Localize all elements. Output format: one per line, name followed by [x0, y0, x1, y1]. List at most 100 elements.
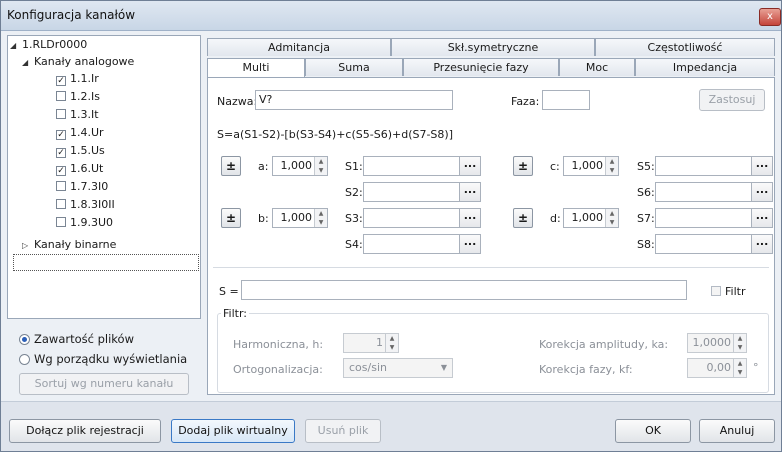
- checkbox-unchecked-icon[interactable]: [56, 181, 66, 191]
- tree-binary-label: Kanały binarne: [34, 238, 117, 251]
- slot-input[interactable]: [655, 234, 753, 254]
- sign-toggle-a-button[interactable]: ±: [221, 156, 241, 176]
- dialog-window: Konfiguracja kanałów x ◢ 1.RLDr0000 ◢ Kana…: [0, 0, 782, 452]
- checkbox-unchecked-icon[interactable]: [56, 199, 66, 209]
- tree-channel-item[interactable]: 1.8.3I0II: [56, 196, 115, 213]
- spin-arrows-icon[interactable]: ▲ ▼: [605, 157, 618, 175]
- expand-right-icon[interactable]: ▷: [22, 237, 34, 254]
- phase-input[interactable]: [542, 90, 590, 110]
- spin-arrows-icon[interactable]: ▲ ▼: [385, 334, 398, 352]
- expand-down-icon[interactable]: ◢: [10, 37, 22, 54]
- browse-button[interactable]: ...: [751, 156, 773, 176]
- tab-row2-item[interactable]: Przesunięcie fazy: [403, 58, 559, 76]
- browse-button[interactable]: ...: [751, 234, 773, 254]
- tree-channel-item[interactable]: ✓ 1.1.Ir: [56, 70, 99, 87]
- spin-arrows-icon[interactable]: ▲ ▼: [605, 209, 618, 227]
- checkbox-unchecked-icon[interactable]: [711, 286, 721, 296]
- spin-arrows-icon[interactable]: ▲ ▼: [733, 359, 746, 377]
- s-result-input[interactable]: [241, 280, 687, 300]
- add-virtual-file-button[interactable]: Dodaj plik wirtualny: [171, 419, 295, 443]
- apply-button[interactable]: Zastosuj: [699, 89, 765, 111]
- radio-selected-icon[interactable]: [19, 334, 30, 345]
- radio-display-order[interactable]: Wg porządku wyświetlania: [19, 352, 187, 366]
- slot-input[interactable]: [363, 182, 461, 202]
- slot-input[interactable]: [655, 208, 753, 228]
- formula-text: S=a(S1-S2)-[b(S3-S4)+c(S5-S6)+d(S7-S8)]: [217, 128, 453, 141]
- slot-label: S1:: [345, 160, 363, 173]
- amplitude-correction-spinner[interactable]: 1,0000 ▲ ▼: [687, 333, 747, 353]
- radio-file-contents[interactable]: Zawartość plików: [19, 332, 134, 346]
- checkbox-checked-icon[interactable]: ✓: [56, 148, 66, 158]
- checkbox-unchecked-icon[interactable]: [56, 217, 66, 227]
- sign-toggle-d-button[interactable]: ±: [513, 208, 533, 228]
- cancel-button[interactable]: Anuluj: [699, 419, 775, 443]
- harmonic-spinner[interactable]: 1 ▲ ▼: [343, 333, 399, 353]
- checkbox-unchecked-icon[interactable]: [56, 109, 66, 119]
- slot-input[interactable]: [655, 182, 753, 202]
- expand-down-icon[interactable]: ◢: [22, 54, 34, 71]
- checkbox-checked-icon[interactable]: ✓: [56, 76, 66, 86]
- browse-button[interactable]: ...: [459, 208, 481, 228]
- tree-channel-item[interactable]: 1.9.3U0: [56, 214, 113, 231]
- browse-button[interactable]: ...: [459, 156, 481, 176]
- phase-correction-spinner[interactable]: 0,00 ▲ ▼: [687, 358, 747, 378]
- radio-file-contents-label: Zawartość plików: [34, 332, 135, 346]
- filter-checkbox[interactable]: Filtr: [711, 285, 745, 298]
- coef-a-label: a:: [258, 160, 269, 173]
- coef-b-spinner[interactable]: 1,000 ▲ ▼: [272, 208, 328, 228]
- tab-row2-item[interactable]: Multi: [207, 58, 305, 77]
- tree-focus-row[interactable]: [13, 254, 199, 271]
- tab-row1-item[interactable]: Admitancja: [207, 38, 391, 56]
- divider: [213, 267, 769, 268]
- sign-toggle-c-button[interactable]: ±: [513, 156, 533, 176]
- coef-a-spinner[interactable]: 1,000 ▲ ▼: [272, 156, 328, 176]
- tab-row1-item[interactable]: Skł.symetryczne: [391, 38, 595, 56]
- sign-toggle-b-button[interactable]: ±: [221, 208, 241, 228]
- slot-input[interactable]: [655, 156, 753, 176]
- orthogonalization-select[interactable]: cos/sin ▼: [343, 358, 453, 378]
- checkbox-checked-icon[interactable]: ✓: [56, 130, 66, 140]
- tab-row1-item[interactable]: Częstotliwość: [595, 38, 775, 56]
- name-input[interactable]: V?: [255, 90, 453, 110]
- tree-channel-label: 1.6.Ut: [70, 162, 104, 175]
- remove-file-button[interactable]: Usuń plik: [305, 419, 381, 443]
- radio-unselected-icon[interactable]: [19, 354, 30, 365]
- tree-channel-item[interactable]: ✓ 1.6.Ut: [56, 160, 103, 177]
- attach-recording-button[interactable]: Dołącz plik rejestracji: [9, 419, 161, 443]
- browse-button[interactable]: ...: [459, 234, 481, 254]
- spin-arrows-icon[interactable]: ▲ ▼: [733, 334, 746, 352]
- tree-node-binary[interactable]: ▷ Kanały binarne: [22, 236, 116, 253]
- sort-by-channel-button[interactable]: Sortuj wg numeru kanału: [19, 373, 189, 395]
- tree-channel-item[interactable]: ✓ 1.4.Ur: [56, 124, 104, 141]
- harmonic-value: 1: [376, 336, 383, 349]
- radio-display-order-label: Wg porządku wyświetlania: [34, 352, 188, 366]
- chevron-down-icon[interactable]: ▼: [441, 359, 447, 377]
- coef-d-spinner[interactable]: 1,000 ▲ ▼: [563, 208, 619, 228]
- spin-arrows-icon[interactable]: ▲ ▼: [314, 209, 327, 227]
- browse-button[interactable]: ...: [751, 182, 773, 202]
- coef-b-label: b:: [258, 212, 269, 225]
- ok-button[interactable]: OK: [615, 419, 691, 443]
- tab-row2-item[interactable]: Impedancja: [635, 58, 775, 76]
- checkbox-checked-icon[interactable]: ✓: [56, 166, 66, 176]
- slot-label: S8:: [637, 238, 655, 251]
- slot-input[interactable]: [363, 208, 461, 228]
- tree-channel-item[interactable]: 1.7.3I0: [56, 178, 108, 195]
- coef-c-spinner[interactable]: 1,000 ▲ ▼: [563, 156, 619, 176]
- tab-row2-item[interactable]: Suma: [305, 58, 403, 76]
- slot-input[interactable]: [363, 234, 461, 254]
- tree-channel-item[interactable]: 1.3.It: [56, 106, 99, 123]
- browse-button[interactable]: ...: [751, 208, 773, 228]
- close-button[interactable]: x: [759, 8, 781, 26]
- tab-row2-item[interactable]: Moc: [559, 58, 635, 76]
- channel-tree[interactable]: ◢ 1.RLDr0000 ◢ Kanały analogowe ✓ 1.1.Ir 1.2…: [7, 35, 201, 319]
- spin-arrows-icon[interactable]: ▲ ▼: [314, 157, 327, 175]
- title-bar: Konfiguracja kanałów x: [1, 1, 781, 31]
- tree-node-root[interactable]: ◢ 1.RLDr0000: [10, 36, 87, 53]
- tree-channel-item[interactable]: 1.2.Is: [56, 88, 100, 105]
- tree-node-analog[interactable]: ◢ Kanały analogowe: [22, 53, 134, 70]
- checkbox-unchecked-icon[interactable]: [56, 91, 66, 101]
- slot-input[interactable]: [363, 156, 461, 176]
- tree-channel-item[interactable]: ✓ 1.5.Us: [56, 142, 105, 159]
- browse-button[interactable]: ...: [459, 182, 481, 202]
